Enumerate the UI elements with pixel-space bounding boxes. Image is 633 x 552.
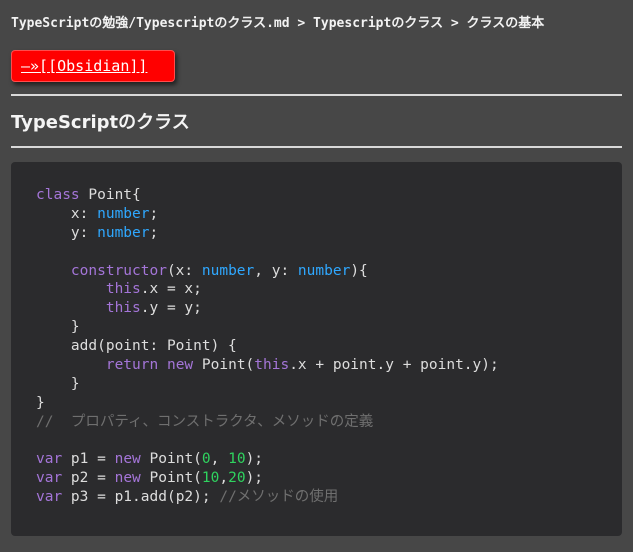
code-token: constructor [70,262,167,279]
code-token: number [97,224,150,241]
obsidian-link-button[interactable]: —»[[Obsidian]] [11,50,175,82]
code-token: y: [36,224,98,241]
code-token: p3 = p1.add(p2); [62,489,220,506]
code-token: ; [149,224,159,241]
code-line: x: number; [36,205,622,224]
code-token: var [36,489,63,506]
code-token: var [36,451,63,468]
divider [11,94,622,96]
code-line: class Point{ [36,186,622,205]
code-token: } [36,375,80,392]
code-token: ; [149,205,159,222]
section-title: TypeScriptのクラス [11,112,190,133]
breadcrumb: TypeScriptの勉強/Typescriptのクラス.md > Typesc… [11,16,545,31]
code-token: this [254,357,290,374]
code-line: add(point: Point) { [36,337,622,356]
code-token: p2 = [62,470,115,487]
code-token: var [36,470,63,487]
code-token: , y: [254,262,298,279]
code-token: .x = x; [140,281,202,298]
code-line: y: number; [36,224,622,243]
code-token: 10 [201,470,220,487]
code-line: this.y = y; [36,299,622,318]
code-token: ); [245,451,264,468]
code-token: new [114,451,141,468]
code-token: } [36,394,45,411]
code-block: class Point{ x: number; y: number; const… [11,162,622,536]
code-token: Point{ [79,187,141,203]
code-token: , [219,470,229,487]
code-token: } [36,319,80,336]
code-line: var p2 = new Point(10,20); [36,469,622,488]
code-token: ){ [350,262,368,279]
code-token: 10 [228,451,246,468]
code-line: var p3 = p1.add(p2); //メソッドの使用 [36,488,622,507]
code-token: class [36,187,80,203]
code-line: } [36,394,622,413]
code-token: number [97,205,150,222]
code-token: x: [36,205,98,222]
code-line: // プロパティ、コンストラクタ、メソッドの定義 [36,413,622,432]
code-line: var p1 = new Point(0, 10); [36,450,622,469]
code-token: number [297,262,351,279]
divider [11,146,622,148]
code-token: 0 [201,451,211,468]
code-token: ); [245,470,264,487]
code-line: } [36,375,622,394]
code-token: , [210,451,229,468]
code-line: } [36,318,622,337]
code-line: constructor(x: number, y: number){ [36,262,622,281]
code-line: return new Point(this.x + point.y + poin… [36,356,622,375]
code-token: this [105,300,141,317]
code-token: 20 [228,470,246,487]
code-token: Point( [193,357,255,374]
code-token: .x + point.y + point.y); [289,357,499,374]
code-token: add(point: Point) { [36,338,237,355]
code-token: new [166,357,194,374]
code-token: Point( [140,470,202,487]
code-line: this.x = x; [36,280,622,299]
code-token: return [105,357,159,374]
code-token: new [114,470,141,487]
code-token: //メソッドの使用 [219,489,339,506]
code-token: (x: [166,262,202,279]
code-token: // プロパティ、コンストラクタ、メソッドの定義 [36,413,374,430]
code-token: number [201,262,255,279]
code-token: Point( [140,451,202,468]
code-token: .y = y; [140,300,202,317]
code-token: p1 = [62,451,115,468]
code-token: this [105,281,141,298]
